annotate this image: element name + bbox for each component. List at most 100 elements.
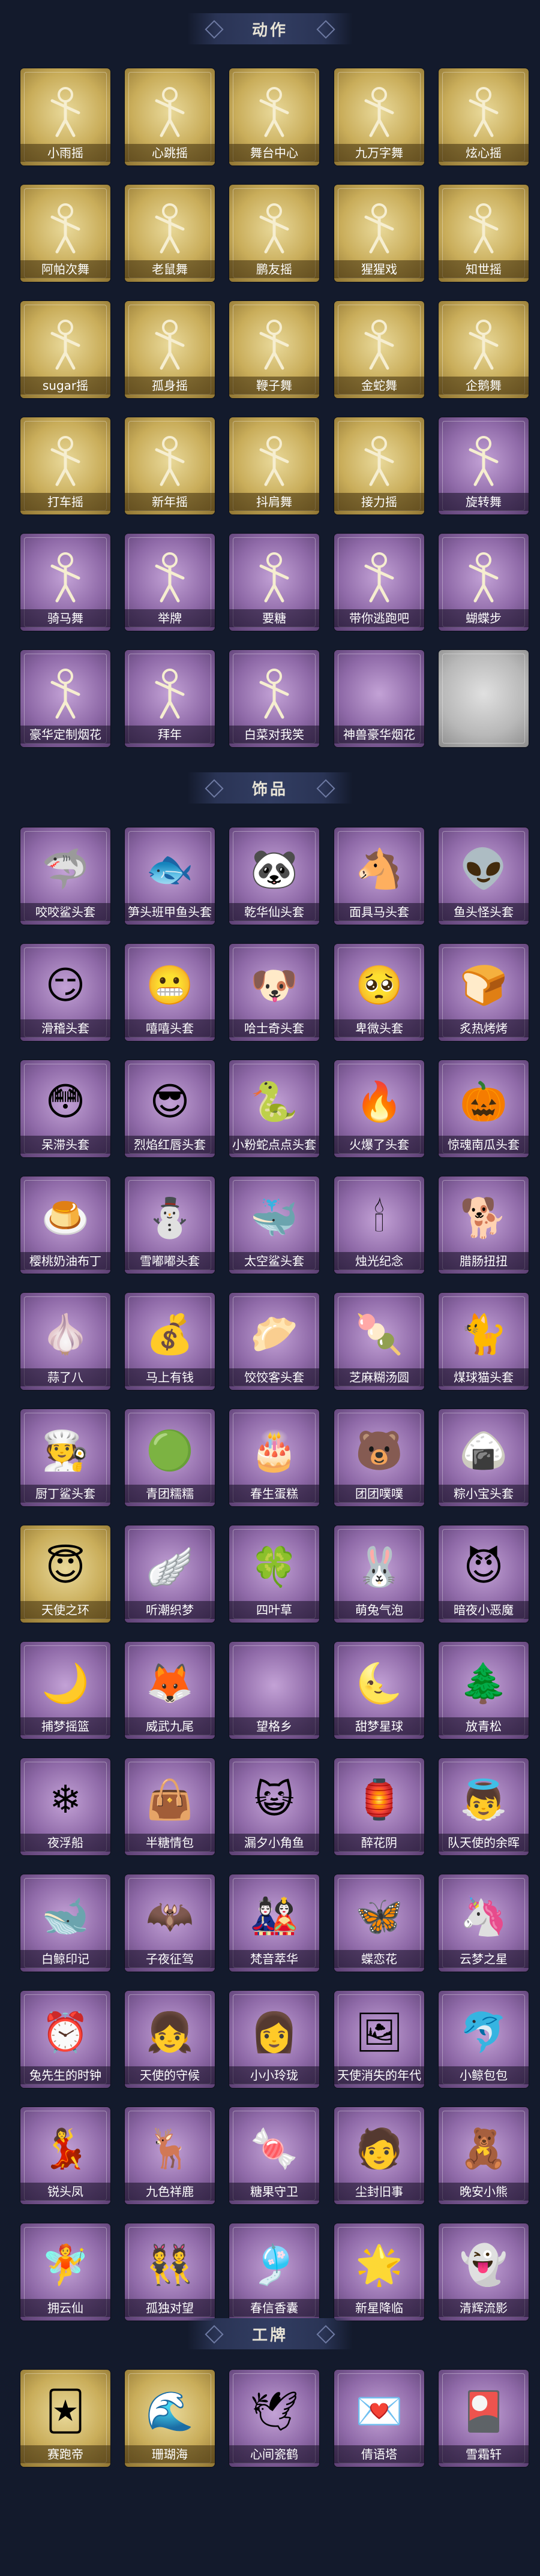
item-card[interactable]: 小雨摇	[20, 68, 110, 165]
item-card[interactable]: 🌊 珊瑚海	[125, 2370, 215, 2467]
item-card[interactable]: 🐬 小鲸包包	[439, 1991, 529, 2088]
item-card[interactable]: 💌 倩语塔	[334, 2370, 424, 2467]
item-card[interactable]: 🎐 春信香囊	[229, 2223, 319, 2321]
item-card[interactable]: ⛄ 雪嘟嘟头套	[125, 1176, 215, 1274]
item-card[interactable]: 知世摇	[439, 185, 529, 282]
item-card[interactable]: 举牌	[125, 534, 215, 631]
item-card[interactable]: 🧸 晚安小熊	[439, 2107, 529, 2204]
item-card[interactable]: 🧑 尘封旧事	[334, 2107, 424, 2204]
item-card[interactable]: 👽 鱼头怪头套	[439, 827, 529, 925]
item-card[interactable]: 🎎 梵音萃华	[229, 1874, 319, 1972]
item-card[interactable]: 老鼠舞	[125, 185, 215, 282]
item-card[interactable]: 孤身摇	[125, 301, 215, 398]
item-card[interactable]: sugar摇	[20, 301, 110, 398]
item-card[interactable]: 🌙 捕梦摇篮	[20, 1642, 110, 1739]
item-card[interactable]: 猩猩戏	[334, 185, 424, 282]
item-card[interactable]: 🐕 腊肠扭扭	[439, 1176, 529, 1274]
item-card[interactable]: 豪华定制烟花	[20, 650, 110, 747]
item-card[interactable]: 🐰 萌兔气泡	[334, 1525, 424, 1623]
item-card[interactable]: 鹏友摇	[229, 185, 319, 282]
item-card[interactable]: 😈 暗夜小恶魔	[439, 1525, 529, 1623]
item-card[interactable]: 炫心摇	[439, 68, 529, 165]
item-card[interactable]: ⏰ 兔先生的时钟	[20, 1991, 110, 2088]
item-card[interactable]: 😇 天使之环	[20, 1525, 110, 1623]
item-card[interactable]: 🌟 新星降临	[334, 2223, 424, 2321]
item-card[interactable]: 🎴 雪霜轩	[439, 2370, 529, 2467]
item-card[interactable]: 带你逃跑吧	[334, 534, 424, 631]
item-card[interactable]: 😎 烈焰红唇头套	[125, 1060, 215, 1157]
item-card[interactable]	[439, 650, 529, 747]
item-card[interactable]: 旋转舞	[439, 417, 529, 514]
item-card[interactable]: 🖼 天使消失的年代	[334, 1991, 424, 2088]
item-card[interactable]: 🐳 太空鲨头套	[229, 1176, 319, 1274]
item-card[interactable]: 🐈 煤球猫头套	[439, 1293, 529, 1390]
item-card[interactable]: 新年摇	[125, 417, 215, 514]
item-card[interactable]: 抖肩舞	[229, 417, 319, 514]
item-card[interactable]: 🦇 子夜征驾	[125, 1874, 215, 1972]
item-card[interactable]: 拜年	[125, 650, 215, 747]
item-card[interactable]: 🍀 四叶草	[229, 1525, 319, 1623]
item-card[interactable]: 👻 清辉流影	[439, 2223, 529, 2321]
item-card[interactable]: 😳 呆滞头套	[20, 1060, 110, 1157]
item-card[interactable]: 🪽 听潮织梦	[125, 1525, 215, 1623]
item-card[interactable]: 🎂 春生蛋糕	[229, 1409, 319, 1506]
item-card[interactable]: 🌜 甜梦星球	[334, 1642, 424, 1739]
item-card[interactable]: 🐟 笋头班甲鱼头套	[125, 827, 215, 925]
item-card[interactable]: 🦄 云梦之星	[439, 1874, 529, 1972]
item-card[interactable]: 🃏 赛跑帝	[20, 2370, 110, 2467]
item-card[interactable]: 🐻 团团噗噗	[334, 1409, 424, 1506]
item-card[interactable]: 🐶 哈士奇头套	[229, 944, 319, 1041]
item-card[interactable]: 🍮 樱桃奶油布丁	[20, 1176, 110, 1274]
item-card[interactable]: 🔥 火爆了头套	[334, 1060, 424, 1157]
item-card[interactable]: 👼 队天使的余晖	[439, 1758, 529, 1855]
item-card[interactable]: 蝴蝶步	[439, 534, 529, 631]
item-card[interactable]: 😺 漏夕小角鱼	[229, 1758, 319, 1855]
item-card[interactable]: 🦋 蝶恋花	[334, 1874, 424, 1972]
item-card[interactable]: 👯 孤独对望	[125, 2223, 215, 2321]
item-card[interactable]: 🦈 咬咬鲨头套	[20, 827, 110, 925]
item-card[interactable]: 心跳摇	[125, 68, 215, 165]
item-card[interactable]: 要糖	[229, 534, 319, 631]
item-card[interactable]: 🍬 糖果守卫	[229, 2107, 319, 2204]
item-card[interactable]: 🍙 粽小宝头套	[439, 1409, 529, 1506]
item-card[interactable]: 👩 小小玲珑	[229, 1991, 319, 2088]
item-card[interactable]: 💃 锐头凤	[20, 2107, 110, 2204]
item-card[interactable]: 🐍 小粉蛇点点头套	[229, 1060, 319, 1157]
item-card[interactable]: 舞台中心	[229, 68, 319, 165]
item-card[interactable]: 🐼 乾华仙头套	[229, 827, 319, 925]
item-card[interactable]: ❄ 夜浮船	[20, 1758, 110, 1855]
item-card[interactable]: 白菜对我笑	[229, 650, 319, 747]
item-card[interactable]: 🐴 面具马头套	[334, 827, 424, 925]
item-card[interactable]: 鞭子舞	[229, 301, 319, 398]
item-card[interactable]: 🥺 卑微头套	[334, 944, 424, 1041]
item-card[interactable]: 🏮 醉花阴	[334, 1758, 424, 1855]
item-card[interactable]: 骑马舞	[20, 534, 110, 631]
item-card[interactable]: 阿帕次舞	[20, 185, 110, 282]
item-card[interactable]: 🧑‍🍳 厨丁鲨头套	[20, 1409, 110, 1506]
item-card[interactable]: 👜 半糖情包	[125, 1758, 215, 1855]
item-card[interactable]: 😬 嘻嘻头套	[125, 944, 215, 1041]
item-card[interactable]: 🧄 蒜了八	[20, 1293, 110, 1390]
item-card[interactable]: 接力摇	[334, 417, 424, 514]
item-card[interactable]: 望格乡	[229, 1642, 319, 1739]
item-card[interactable]: 🦌 九色祥鹿	[125, 2107, 215, 2204]
item-card[interactable]: 🎃 惊魂南瓜头套	[439, 1060, 529, 1157]
item-card[interactable]: 企鹅舞	[439, 301, 529, 398]
item-card[interactable]: 🥟 饺饺客头套	[229, 1293, 319, 1390]
item-card[interactable]: 👧 天使的守候	[125, 1991, 215, 2088]
item-card[interactable]: 😏 滑稽头套	[20, 944, 110, 1041]
item-card[interactable]: 💰 马上有钱	[125, 1293, 215, 1390]
item-card[interactable]: 神兽豪华烟花	[334, 650, 424, 747]
item-card[interactable]: 🍞 炙热烤烤	[439, 944, 529, 1041]
item-card[interactable]: 🐋 白鲸印记	[20, 1874, 110, 1972]
item-card[interactable]: 🕊 心间瓷鹤	[229, 2370, 319, 2467]
item-card[interactable]: 打车摇	[20, 417, 110, 514]
item-card[interactable]: 🧚 拥云仙	[20, 2223, 110, 2321]
item-card[interactable]: 🍡 芝麻糊汤圆	[334, 1293, 424, 1390]
item-card[interactable]: 🌲 放青松	[439, 1642, 529, 1739]
item-card[interactable]: 九万字舞	[334, 68, 424, 165]
item-card[interactable]: 🟢 青团糯糯	[125, 1409, 215, 1506]
item-card[interactable]: 🦊 威武九尾	[125, 1642, 215, 1739]
item-card[interactable]: 金蛇舞	[334, 301, 424, 398]
item-card[interactable]: 🕯 烛光纪念	[334, 1176, 424, 1274]
